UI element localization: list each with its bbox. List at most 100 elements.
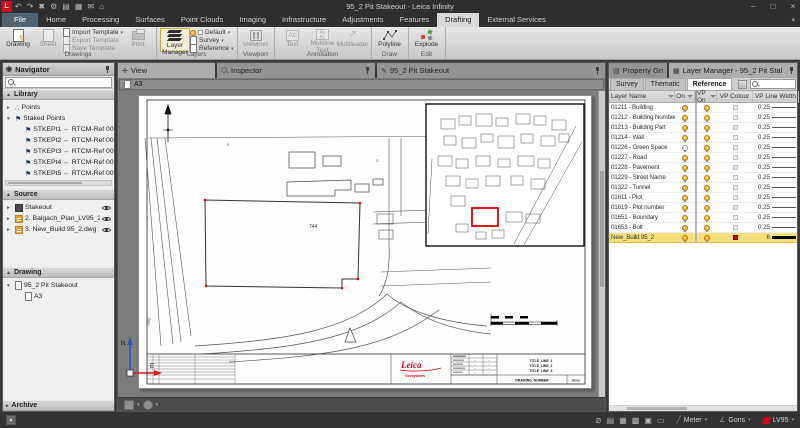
source-item[interactable]: ▸ 3. New_Build 95_2.dwg: [3, 224, 114, 235]
layer-vp-on-toggle[interactable]: [695, 203, 717, 213]
print-button[interactable]: Print: [123, 28, 153, 52]
layer-vp-colour[interactable]: [717, 193, 753, 203]
ribbon-tab[interactable]: Features: [392, 13, 438, 27]
layer-vp-on-toggle[interactable]: [695, 183, 717, 193]
filter-icon[interactable]: [687, 95, 693, 98]
search-input[interactable]: [5, 77, 112, 88]
undo-icon[interactable]: ↶: [15, 0, 22, 13]
ribbon-tab[interactable]: External Services: [479, 13, 553, 27]
layer-vp-line-width[interactable]: 0.25: [753, 163, 799, 173]
layer-vp-colour[interactable]: [717, 143, 753, 153]
tab-layer-manager[interactable]: ▦ Layer Manager - 95_2 Pit Stakeout - A3: [669, 63, 797, 78]
tab-thematic[interactable]: Thematic: [645, 78, 686, 90]
expander-icon[interactable]: ▾: [7, 116, 13, 122]
expander-icon[interactable]: ▸: [7, 205, 13, 211]
col-on[interactable]: On: [675, 91, 695, 103]
console-toggle-icon[interactable]: ▴: [6, 415, 16, 425]
section-library[interactable]: ▲Library: [3, 89, 114, 100]
ribbon-tab[interactable]: Point Clouds: [173, 13, 232, 27]
layer-on-toggle[interactable]: [675, 123, 695, 133]
layers-icon[interactable]: ▣: [644, 416, 652, 425]
layer-vp-colour[interactable]: [717, 133, 753, 143]
tab-reference[interactable]: Reference: [687, 78, 733, 90]
table-row[interactable]: 01214 - Wall 0.25: [609, 133, 797, 143]
layer-on-toggle[interactable]: [675, 193, 695, 203]
table-row[interactable]: 01651 - Boundary 0.25: [609, 213, 797, 223]
layer-vp-line-width[interactable]: 0.25: [753, 173, 799, 183]
staked-point-item[interactable]: ⚑ STKEPt5 ← RTCM-Ref 0000 (07/10/: [3, 168, 114, 179]
layer-vp-colour[interactable]: [717, 103, 753, 113]
layer-vp-line-width[interactable]: 0.25: [753, 143, 799, 153]
visibility-eye-icon[interactable]: [102, 214, 111, 223]
viewport-button[interactable]: Viewport: [241, 28, 271, 52]
layer-on-toggle[interactable]: [675, 133, 695, 143]
layer-vp-on-toggle[interactable]: [695, 133, 717, 143]
close-button[interactable]: ×: [788, 0, 798, 13]
layer-vp-colour[interactable]: [717, 153, 753, 163]
layer-vp-on-toggle[interactable]: [695, 113, 717, 123]
layer-survey-control[interactable]: Survey▾: [190, 37, 234, 44]
layer-on-toggle[interactable]: [675, 153, 695, 163]
layer-on-toggle[interactable]: [675, 183, 695, 193]
section-drawing[interactable]: ▲Drawing: [3, 267, 114, 278]
polyline-button[interactable]: Polyline: [375, 28, 405, 52]
unit-selector[interactable]: ╱ Meter▾: [676, 416, 707, 424]
ribbon-tab[interactable]: Surfaces: [127, 13, 173, 27]
layer-vp-line-width[interactable]: 0.25: [753, 153, 799, 163]
ortho-icon[interactable]: ▩: [632, 416, 640, 425]
ribbon-collapse-icon[interactable]: ▴: [791, 15, 795, 23]
layer-on-toggle[interactable]: [675, 113, 695, 123]
visibility-eye-icon[interactable]: [102, 203, 111, 212]
import-template-button[interactable]: Import Template▾: [63, 29, 123, 36]
pin-icon[interactable]: [788, 66, 793, 75]
layer-vp-line-width[interactable]: 0.25: [753, 133, 799, 143]
layer-vp-on-toggle[interactable]: [695, 103, 717, 113]
layer-vp-line-width[interactable]: 0.25: [753, 103, 799, 113]
ribbon-tab[interactable]: Adjustments: [334, 13, 391, 27]
layer-vp-colour[interactable]: [717, 123, 753, 133]
layer-vp-colour[interactable]: [717, 203, 753, 213]
source-item[interactable]: ▸ 2. Balgach_Plan_LV95_2.dwg: [3, 213, 114, 224]
layer-vp-on-toggle[interactable]: [695, 233, 717, 243]
ribbon-tab[interactable]: Home: [38, 13, 74, 27]
source-item[interactable]: ▸ Stakeout: [3, 202, 114, 213]
view-mode-icon[interactable]: [124, 400, 134, 410]
explode-button[interactable]: Explode: [412, 28, 442, 52]
layer-vp-colour[interactable]: [717, 163, 753, 173]
table-row[interactable]: 01653 - Bolt 0.25: [609, 223, 797, 233]
table-row[interactable]: 01226 - Green Space 0.25: [609, 143, 797, 153]
multiline-text-button[interactable]: Ab Bc Multiline Text: [308, 28, 338, 52]
horizontal-scrollbar[interactable]: [5, 180, 112, 186]
expander-icon[interactable]: ▾: [7, 283, 13, 289]
drawing-canvas[interactable]: 744 3 3: [118, 91, 605, 397]
col-vp-on[interactable]: VP On: [695, 91, 717, 103]
layer-vp-colour[interactable]: [717, 173, 753, 183]
ribbon-tab[interactable]: Infrastructure: [274, 13, 334, 27]
layer-default-control[interactable]: Default▾: [190, 29, 234, 36]
mail-icon[interactable]: ✉: [87, 0, 94, 13]
ribbon-tab[interactable]: File: [2, 13, 38, 27]
layer-vp-on-toggle[interactable]: [695, 143, 717, 153]
export-template-button[interactable]: Export Template: [63, 37, 123, 44]
layer-manager-button[interactable]: Layer Manager: [160, 28, 190, 52]
maximize-button[interactable]: □: [768, 0, 778, 13]
layer-on-toggle[interactable]: [675, 223, 695, 233]
vertical-scrollbar[interactable]: [598, 91, 605, 397]
snap-off-icon[interactable]: ⊘: [595, 416, 602, 425]
tree-item-drawing[interactable]: ▾ 95_2 Pit Stakeout: [3, 280, 114, 291]
expander-icon[interactable]: ▸: [7, 227, 13, 233]
tree-item-staked-points[interactable]: ▾ ⚑ Staked Points: [3, 113, 114, 124]
ribbon-tab[interactable]: Drafting: [437, 13, 479, 27]
layer-vp-colour[interactable]: [717, 233, 753, 243]
layer-vp-line-width[interactable]: 0.25: [753, 183, 799, 193]
layer-vp-line-width[interactable]: 6: [753, 233, 799, 243]
tab-a3[interactable]: A3: [119, 79, 604, 90]
layer-vp-line-width[interactable]: 0.25: [753, 213, 799, 223]
section-archive[interactable]: ▸Archive: [3, 400, 114, 411]
snap-icon[interactable]: ▤: [62, 0, 70, 13]
pin-icon[interactable]: [364, 66, 371, 75]
tab-inspector[interactable]: Inspector: [217, 63, 375, 78]
staked-point-item[interactable]: ⚑ STKEPt3 ← RTCM-Ref 0000 (07/10/: [3, 146, 114, 157]
layer-vp-line-width[interactable]: 0.25: [753, 123, 799, 133]
horizontal-scrollbar[interactable]: [609, 405, 797, 411]
